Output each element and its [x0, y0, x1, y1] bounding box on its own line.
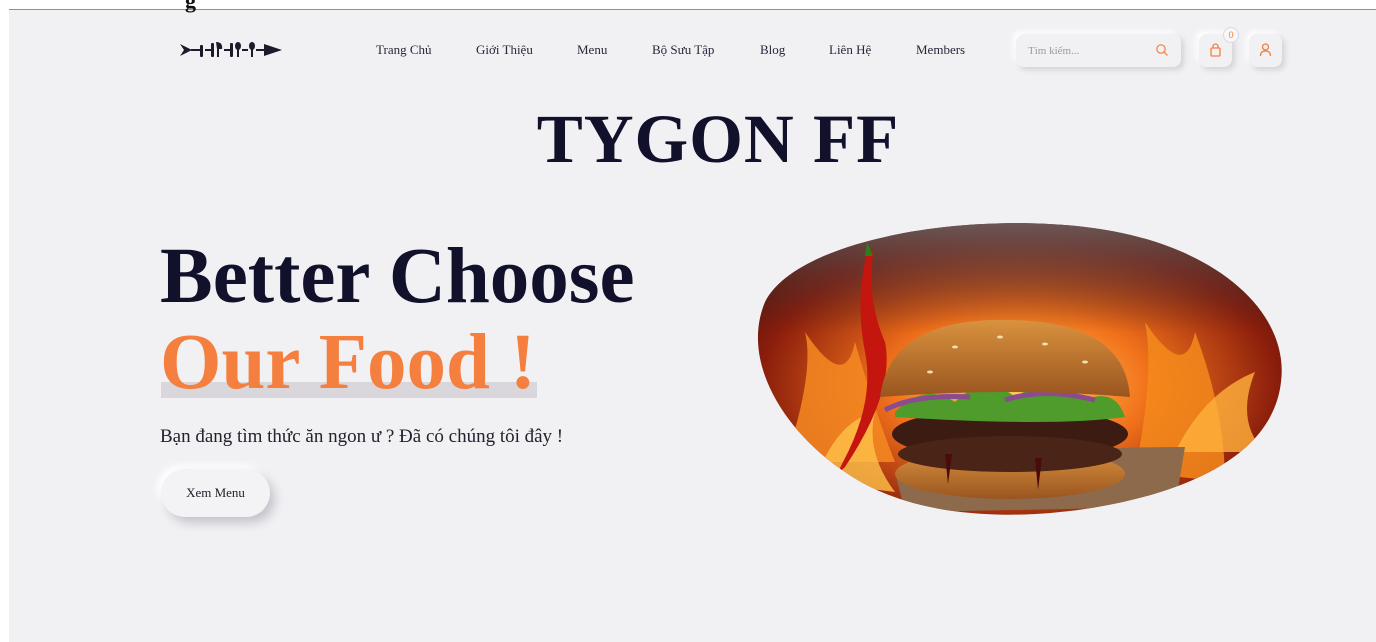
nav-item-members[interactable]: Members: [916, 42, 965, 58]
hero-subtitle: Bạn đang tìm thức ăn ngon ư ? Đã có chún…: [160, 426, 564, 447]
nav-item-bo-suu-tap[interactable]: Bộ Sưu Tập: [652, 42, 714, 58]
view-menu-button[interactable]: Xem Menu: [161, 469, 270, 517]
shopping-bag-icon: [1210, 43, 1221, 57]
clipped-heading-fragment: g: [185, 0, 196, 13]
cart-count-badge: 0: [1223, 27, 1239, 43]
nav-item-blog[interactable]: Blog: [760, 42, 785, 58]
nav-item-gioi-thieu[interactable]: Giới Thiệu: [476, 42, 533, 58]
nav-item-trang-chu[interactable]: Trang Chủ: [376, 42, 432, 58]
nav-item-lien-he[interactable]: Liên Hệ: [829, 42, 871, 58]
search-input[interactable]: [1026, 41, 1150, 61]
search-icon[interactable]: [1155, 43, 1169, 57]
nav-item-menu[interactable]: Menu: [577, 42, 607, 58]
user-account-button[interactable]: [1249, 34, 1282, 67]
hero-heading-line1: Better Choose: [160, 233, 635, 320]
site-logo[interactable]: [178, 38, 286, 62]
hero-heading-line2: Our Food !: [160, 319, 537, 406]
browser-frame-top: g: [0, 0, 1376, 13]
search-box: [1016, 34, 1181, 67]
brand-title: TYGON FF: [536, 101, 900, 177]
browser-frame-left: [0, 9, 9, 642]
fork-knife-logo-icon: [180, 42, 282, 57]
hero-burger-image: [755, 222, 1283, 518]
user-icon: [1259, 43, 1272, 57]
